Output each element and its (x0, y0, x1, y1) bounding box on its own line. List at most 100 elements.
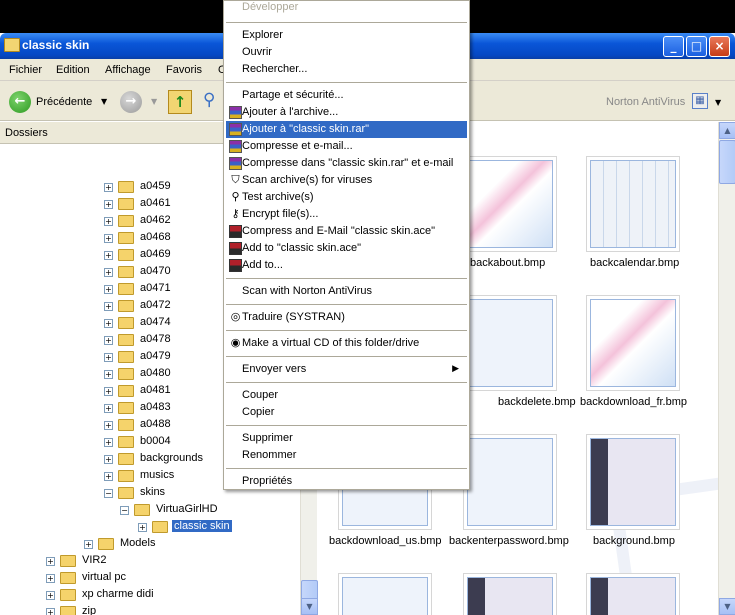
context-menu-item[interactable]: Supprimer (226, 430, 467, 447)
context-menu-item[interactable]: Envoyer vers ▶ (226, 361, 467, 378)
expand-icon[interactable]: + (104, 353, 113, 362)
menu-affichage[interactable]: Affichage (105, 64, 151, 76)
file-thumbnail[interactable] (463, 295, 557, 391)
folder-icon (118, 453, 134, 465)
expand-icon[interactable]: + (104, 472, 113, 481)
context-menu-item[interactable]: Compress and E-Mail "classic skin.ace" (226, 223, 467, 240)
file-name[interactable]: background.bmp (593, 535, 675, 547)
forward-arrow-icon[interactable]: → (120, 91, 142, 113)
file-thumbnail[interactable] (463, 156, 557, 252)
context-menu-item[interactable]: Explorer (226, 27, 467, 44)
context-menu-item[interactable]: Scan with Norton AntiVirus (226, 283, 467, 300)
file-name[interactable]: backabout.bmp (470, 257, 545, 269)
expand-icon[interactable]: + (104, 268, 113, 277)
context-menu-item[interactable]: Renommer (226, 447, 467, 464)
context-menu-item[interactable]: Ouvrir (226, 44, 467, 61)
forward-dropdown-icon[interactable]: ▼ (151, 97, 157, 106)
context-menu-item[interactable]: ⚷ Encrypt file(s)... (226, 206, 467, 223)
menu-item-label: Ouvrir (242, 46, 272, 58)
file-name[interactable]: backdownload_us.bmp (329, 535, 442, 547)
scroll-down-icon[interactable]: ▼ (301, 598, 318, 615)
menu-item-label: Propriétés (242, 475, 293, 487)
file-thumbnail[interactable] (586, 434, 680, 530)
context-menu-item[interactable]: ◉ Make a virtual CD of this folder/drive (226, 335, 467, 352)
collapse-icon[interactable]: − (120, 506, 129, 515)
tree-item-label: backgrounds (140, 452, 203, 464)
search-icon[interactable]: ⚲ (203, 90, 225, 114)
views-icon[interactable]: ▦ (692, 93, 708, 109)
file-thumbnail[interactable] (463, 573, 557, 615)
tree-item-label: a0472 (140, 299, 171, 311)
expand-icon[interactable]: + (104, 217, 113, 226)
expand-icon[interactable]: + (84, 540, 93, 549)
tree-item-label: a0480 (140, 367, 171, 379)
folder-icon (118, 317, 134, 329)
expand-icon[interactable]: + (104, 404, 113, 413)
file-thumbnail[interactable] (586, 156, 680, 252)
context-menu-item[interactable]: Add to "classic skin.ace" (226, 240, 467, 257)
context-menu-item[interactable]: Rechercher... (226, 61, 467, 78)
file-thumbnail[interactable] (338, 573, 432, 615)
expand-icon[interactable]: + (46, 574, 55, 583)
context-menu-item[interactable]: Ajouter à "classic skin.rar" (226, 121, 467, 138)
context-menu-item[interactable]: Partage et sécurité... (226, 87, 467, 104)
context-menu-item[interactable]: ◎ Traduire (SYSTRAN) (226, 309, 467, 326)
context-menu-item[interactable]: Ajouter à l'archive... (226, 104, 467, 121)
up-folder-icon[interactable]: ↑ (168, 90, 192, 114)
file-name[interactable]: backdownload_fr.bmp (580, 396, 687, 408)
expand-icon[interactable]: + (104, 387, 113, 396)
context-menu-item[interactable]: Copier (226, 404, 467, 421)
context-menu-item[interactable]: Add to... (226, 257, 467, 274)
expand-icon[interactable]: + (46, 608, 55, 615)
back-dropdown-icon[interactable]: ▼ (101, 97, 107, 106)
expand-icon[interactable]: + (104, 183, 113, 192)
expand-icon[interactable]: + (104, 319, 113, 328)
expand-icon[interactable]: + (104, 455, 113, 464)
expand-icon[interactable]: + (46, 557, 55, 566)
norton-antivirus-button[interactable]: Norton AntiVirus (606, 96, 685, 108)
maximize-button[interactable]: □ (686, 36, 707, 57)
context-menu-item[interactable]: Développer (226, 0, 467, 16)
tree-item-label: a0471 (140, 282, 171, 294)
scrollbar-thumb[interactable] (719, 140, 735, 184)
tree-item-label: a0459 (140, 180, 171, 192)
context-menu-item[interactable]: Propriétés (226, 473, 467, 490)
minimize-button[interactable]: _ (663, 36, 684, 57)
menu-favoris[interactable]: Favoris (166, 64, 202, 76)
scroll-down-icon[interactable]: ▼ (719, 598, 735, 615)
back-arrow-icon[interactable]: ← (9, 91, 31, 113)
context-menu-item[interactable]: Compresse et e-mail... (226, 138, 467, 155)
back-button-label[interactable]: Précédente (36, 96, 92, 108)
expand-icon[interactable]: + (138, 523, 147, 532)
close-button[interactable]: × (709, 36, 730, 57)
scroll-up-icon[interactable]: ▲ (719, 122, 735, 139)
scrollbar-thumb[interactable] (301, 580, 318, 600)
expand-icon[interactable]: + (104, 200, 113, 209)
file-view-scrollbar[interactable]: ▲ ▼ (718, 122, 735, 615)
expand-icon[interactable]: + (104, 438, 113, 447)
expand-icon[interactable]: + (104, 336, 113, 345)
context-menu-item[interactable]: ⛉ Scan archive(s) for viruses (226, 172, 467, 189)
expand-icon[interactable]: + (104, 285, 113, 294)
menu-edition[interactable]: Edition (56, 64, 90, 76)
tree-item-label: a0478 (140, 333, 171, 345)
collapse-icon[interactable]: − (104, 489, 113, 498)
file-name[interactable]: backcalendar.bmp (590, 257, 679, 269)
file-thumbnail[interactable] (463, 434, 557, 530)
expand-icon[interactable]: + (104, 370, 113, 379)
expand-icon[interactable]: + (46, 591, 55, 600)
context-menu-item[interactable]: Compresse dans "classic skin.rar" et e-m… (226, 155, 467, 172)
context-menu-item[interactable]: Couper (226, 387, 467, 404)
file-thumbnail[interactable] (586, 573, 680, 615)
file-name[interactable]: backenterpassword.bmp (449, 535, 569, 547)
context-menu-item[interactable]: ⚲ Test archive(s) (226, 189, 467, 206)
expand-icon[interactable]: + (104, 234, 113, 243)
expand-icon[interactable]: + (104, 302, 113, 311)
thumbnail-image (467, 438, 553, 526)
expand-icon[interactable]: + (104, 251, 113, 260)
menu-fichier[interactable]: Fichier (9, 64, 42, 76)
file-thumbnail[interactable] (586, 295, 680, 391)
file-name[interactable]: backdelete.bmp (498, 396, 576, 408)
views-dropdown-icon[interactable]: ▼ (715, 98, 721, 107)
expand-icon[interactable]: + (104, 421, 113, 430)
